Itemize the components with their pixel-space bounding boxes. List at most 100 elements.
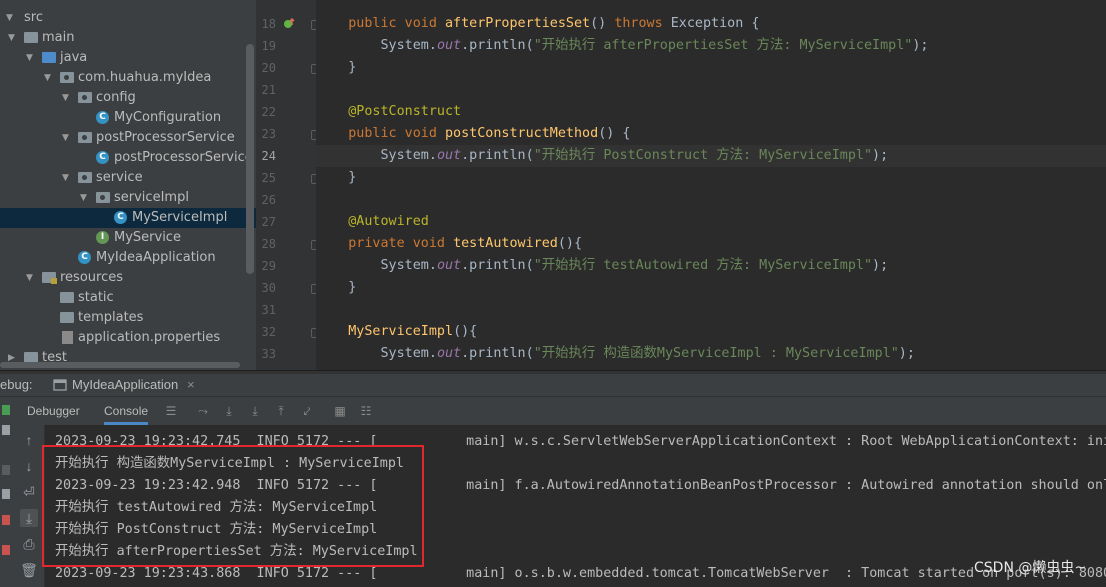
trace-icon[interactable]: ☷ xyxy=(359,404,373,418)
line-number: 26 xyxy=(261,193,276,207)
tree-item-config[interactable]: ▼ config xyxy=(0,88,256,108)
package-icon xyxy=(78,172,92,183)
step-out-icon[interactable]: ⤒ xyxy=(274,404,288,418)
tree-item-postprocessorservice-class[interactable]: C postProcessorService xyxy=(0,148,256,168)
debug-tabs-bar: Debugger Console ☰ ⤳ ⤓ ⤓ ⤒ ⤦ ▦ ☷ xyxy=(0,397,1106,426)
code-line-30: } xyxy=(348,280,357,295)
spring-boot-class-icon: C xyxy=(78,251,91,264)
run-config-icon xyxy=(53,379,67,391)
class-icon: C xyxy=(96,151,109,164)
line-number: 28 xyxy=(261,237,276,251)
run-config-tab[interactable]: MyIdeaApplication xyxy=(72,377,178,392)
run-to-cursor-icon[interactable]: ⤦ xyxy=(300,404,314,418)
class-icon: C xyxy=(114,211,127,224)
project-tree: ▼ src ▼ main ▼ java ▼ com.huahua.myIdea … xyxy=(0,0,256,370)
line-number: 33 xyxy=(261,347,276,361)
interface-icon: I xyxy=(96,231,109,244)
stop-icon[interactable] xyxy=(2,489,10,499)
chevron-down-icon[interactable]: ▼ xyxy=(8,28,18,48)
print-icon[interactable]: ⎙ xyxy=(20,535,38,553)
tree-item-application-properties[interactable]: application.properties xyxy=(0,328,256,348)
line-number-current: 24 xyxy=(261,149,276,163)
console-toolbar: ↑ ↓ ⏎ ⤓ ⎙ 🗑 xyxy=(12,425,45,587)
line-number: 21 xyxy=(261,83,276,97)
line-number: 20 xyxy=(261,61,276,75)
chevron-down-icon[interactable]: ▼ xyxy=(26,48,36,68)
code-line-22: @PostConstruct xyxy=(348,104,462,119)
resources-folder-icon xyxy=(42,272,57,284)
line-number: 23 xyxy=(261,127,276,141)
chevron-down-icon[interactable]: ▼ xyxy=(6,8,16,28)
code-line-20: } xyxy=(348,60,357,75)
folder-icon xyxy=(60,292,74,303)
view-breakpoints-icon[interactable] xyxy=(2,515,10,525)
class-icon: C xyxy=(96,111,109,124)
tree-item-myconfiguration[interactable]: C MyConfiguration xyxy=(0,108,256,128)
chevron-down-icon[interactable]: ▼ xyxy=(62,88,72,108)
code-line-19: System.out.println("开始执行 afterProperties… xyxy=(380,38,929,53)
debug-tool-window-header: ebug: MyIdeaApplication × xyxy=(0,374,1106,397)
line-number: 30 xyxy=(261,281,276,295)
clear-all-icon[interactable]: 🗑 xyxy=(20,561,38,579)
package-icon xyxy=(78,132,92,143)
show-execution-point-icon[interactable]: ⤳ xyxy=(196,404,210,418)
tree-item-resources[interactable]: ▼ resources xyxy=(0,268,256,288)
folder-icon xyxy=(60,312,74,323)
scroll-down-icon[interactable]: ↓ xyxy=(20,457,38,475)
tree-item-serviceimpl[interactable]: ▼ serviceImpl xyxy=(0,188,256,208)
tree-item-java[interactable]: ▼ java xyxy=(0,48,256,68)
folder-icon xyxy=(24,32,38,43)
tab-console[interactable]: Console xyxy=(104,397,149,425)
chevron-down-icon[interactable]: ▼ xyxy=(44,68,54,88)
scroll-up-icon[interactable]: ↑ xyxy=(20,431,38,449)
close-icon[interactable]: × xyxy=(187,377,195,392)
mute-breakpoints-icon[interactable] xyxy=(2,545,10,555)
package-icon xyxy=(96,192,110,203)
tab-debugger[interactable]: Debugger xyxy=(27,397,80,425)
implementation-marker-icon[interactable] xyxy=(282,17,296,31)
chevron-down-icon[interactable]: ▼ xyxy=(62,128,72,148)
step-into-icon[interactable]: ⤓ xyxy=(248,404,262,418)
chevron-down-icon[interactable]: ▼ xyxy=(80,188,90,208)
line-number: 31 xyxy=(261,303,276,317)
tree-item-myideaapplication[interactable]: C MyIdeaApplication xyxy=(0,248,256,268)
code-line-33: System.out.println("开始执行 构造函数MyServiceIm… xyxy=(380,346,915,361)
pause-icon[interactable] xyxy=(2,465,10,475)
rerun-icon[interactable] xyxy=(2,425,10,435)
tree-item-static[interactable]: static xyxy=(0,288,256,308)
tree-horizontal-scrollbar[interactable] xyxy=(0,362,240,368)
tree-item-postprocessorservice-package[interactable]: ▼ postProcessorService xyxy=(0,128,256,148)
debug-actions-toolbar xyxy=(0,397,12,587)
code-line-27: @Autowired xyxy=(348,214,429,229)
code-line-23: public void postConstructMethod() { xyxy=(348,126,631,141)
evaluate-expression-icon[interactable]: ▦ xyxy=(333,404,347,418)
step-over-icon[interactable]: ⤓ xyxy=(222,404,236,418)
line-number: 19 xyxy=(261,39,276,53)
tree-item-templates[interactable]: templates xyxy=(0,308,256,328)
properties-file-icon xyxy=(62,331,73,344)
line-number: 25 xyxy=(261,171,276,185)
code-editor[interactable]: public void afterPropertiesSet() throws … xyxy=(316,0,1106,370)
code-line-18: public void afterPropertiesSet() throws … xyxy=(348,16,760,31)
tree-item-myservice[interactable]: I MyService xyxy=(0,228,256,248)
line-number: 32 xyxy=(261,325,276,339)
soft-wrap-icon[interactable]: ⏎ xyxy=(20,483,38,501)
tree-item-main[interactable]: ▼ main xyxy=(0,28,256,48)
source-folder-icon xyxy=(42,52,56,63)
menu-icon[interactable]: ☰ xyxy=(164,404,178,418)
debug-label: ebug: xyxy=(0,377,33,392)
tree-item-service[interactable]: ▼ service xyxy=(0,168,256,188)
tree-item-package-root[interactable]: ▼ com.huahua.myIdea xyxy=(0,68,256,88)
tree-item-myserviceimpl[interactable]: C MyServiceImpl xyxy=(0,208,256,228)
tree-vertical-scrollbar[interactable] xyxy=(246,44,254,274)
scroll-to-end-icon[interactable]: ⤓ xyxy=(20,509,38,527)
chevron-down-icon[interactable]: ▼ xyxy=(26,268,36,288)
code-line-29: System.out.println("开始执行 testAutowired 方… xyxy=(380,258,889,273)
tree-item-src[interactable]: ▼ src xyxy=(0,8,256,28)
code-line-24-current: System.out.println("开始执行 PostConstruct 方… xyxy=(316,145,1106,167)
highlight-box xyxy=(42,445,424,567)
line-number: 29 xyxy=(261,259,276,273)
resume-icon[interactable] xyxy=(2,405,10,415)
editor-gutter: 18 19 20 21 22 23 24 25 26 27 28 29 30 3… xyxy=(256,0,321,370)
chevron-down-icon[interactable]: ▼ xyxy=(62,168,72,188)
